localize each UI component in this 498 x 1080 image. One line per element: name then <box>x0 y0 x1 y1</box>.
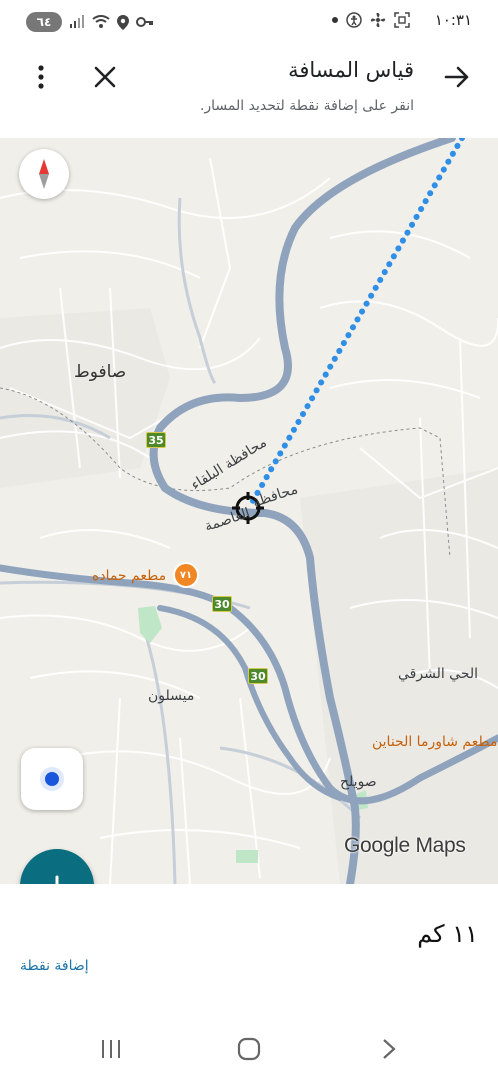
battery-icon: ٦٤ <box>26 12 62 32</box>
key-icon <box>136 17 153 27</box>
signal-icon <box>70 15 84 28</box>
map-label-maysaloun: ميسلون <box>148 688 195 704</box>
status-right-icons <box>332 12 410 28</box>
system-navbar <box>0 1014 498 1080</box>
dot-icon <box>332 17 338 23</box>
compass-button[interactable] <box>19 149 69 199</box>
map-label-sweileh: صويلح <box>340 774 377 790</box>
my-location-icon <box>40 767 64 791</box>
fan-icon <box>370 12 386 28</box>
arrow-right-icon[interactable] <box>442 62 472 92</box>
measure-panel: ١١ كم إضافة نقطة <box>0 884 498 1014</box>
status-bar: ٦٤ ١٠:٣١ <box>0 0 498 44</box>
map-view[interactable]: صافوط محافظة البلقاء محافظة العاصمة ٧١ م… <box>0 138 498 884</box>
my-location-button[interactable] <box>21 748 83 810</box>
map-label-safout: صافوط <box>74 362 127 382</box>
compass-icon <box>39 159 49 189</box>
wifi-icon <box>92 15 110 28</box>
accessibility-icon <box>346 12 362 28</box>
add-point-link[interactable]: إضافة نقطة <box>20 958 89 974</box>
road-shield-35: 35 <box>146 432 166 448</box>
page-title: قياس المسافة <box>288 58 414 82</box>
back-icon[interactable] <box>374 1034 404 1064</box>
status-time: ١٠:٣١ <box>434 11 472 29</box>
recent-apps-icon[interactable] <box>96 1034 126 1064</box>
status-left-icons: ٦٤ <box>26 12 154 32</box>
map-label-shawarma[interactable]: مطعم شاورما الحناين <box>372 734 497 750</box>
screenshot-icon <box>394 12 410 28</box>
page-subtitle: انقر على إضافة نقطة لتحديد المسار. <box>199 98 414 114</box>
google-maps-logo: Google Maps <box>344 834 466 857</box>
header: قياس المسافة انقر على إضافة نقطة لتحديد … <box>0 44 498 138</box>
restaurant-pin-icon[interactable]: ٧١ <box>173 562 199 588</box>
map-label-restaurant-hamada[interactable]: مطعم حماده <box>92 568 166 584</box>
close-icon[interactable] <box>90 62 120 92</box>
map-label-east-district: الحي الشرقي <box>398 666 479 682</box>
road-shield-30-b: 30 <box>248 668 268 684</box>
location-icon <box>117 14 129 30</box>
home-icon[interactable] <box>234 1034 264 1064</box>
distance-value: ١١ كم <box>417 920 478 948</box>
road-shield-30: 30 <box>212 596 232 612</box>
more-vert-icon[interactable] <box>30 62 52 92</box>
